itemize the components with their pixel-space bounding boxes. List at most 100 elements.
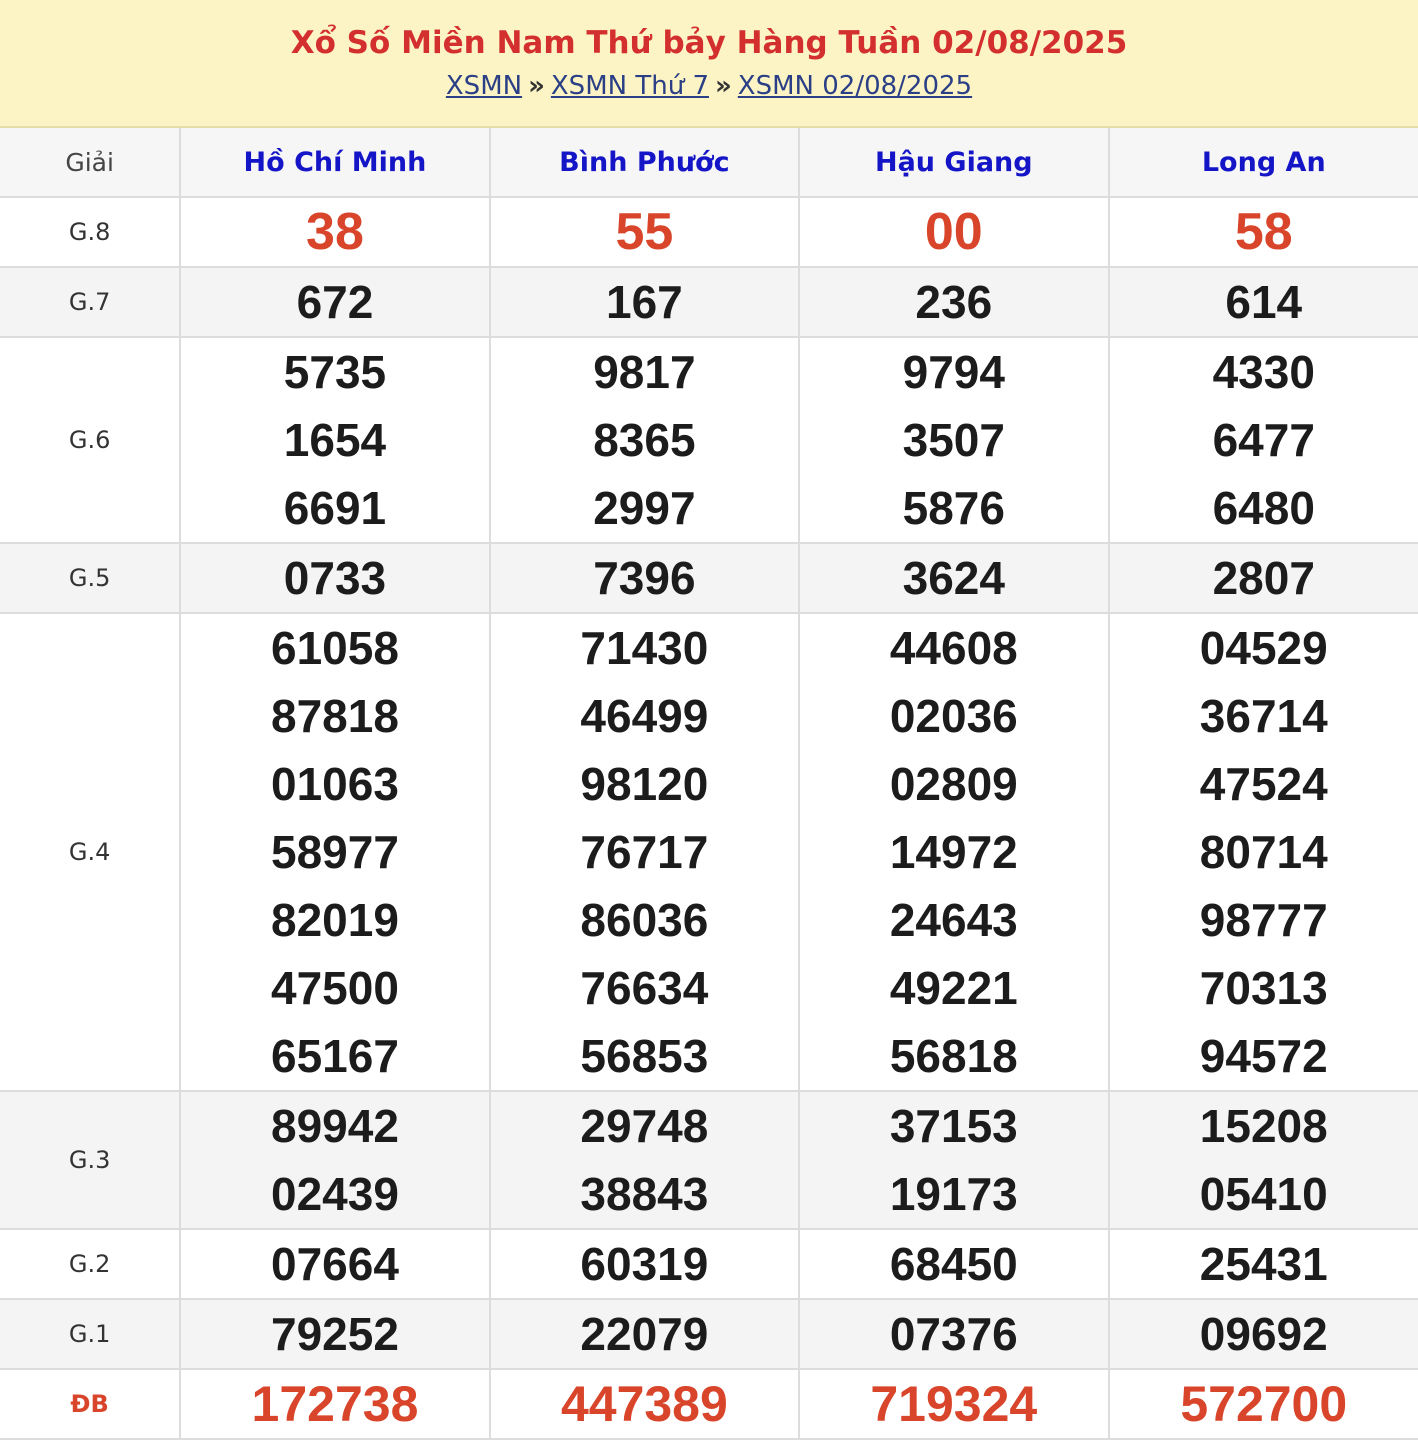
result-number: 447389 <box>560 1376 728 1432</box>
result-number: 00 <box>924 203 983 261</box>
result-number: 614 <box>1225 276 1303 328</box>
column-header-province[interactable]: Long An <box>1108 128 1418 198</box>
result-number: 572700 <box>1180 1376 1348 1432</box>
result-cell: 44608 02036 02809 14972 24643 49221 56818 <box>799 613 1110 1092</box>
result-number: 68450 <box>889 1238 1018 1290</box>
breadcrumb-link-xsmn-thu-7[interactable]: XSMN Thứ 7 <box>551 71 709 101</box>
result-number: 24643 <box>889 894 1018 946</box>
result-cell: 172738 <box>180 1369 491 1440</box>
prize-row: G.4 61058 87818 01063 58977 82019 47500 65167 71… <box>0 613 1418 1092</box>
result-number: 2997 <box>593 482 696 534</box>
breadcrumb-link-xsmn-date[interactable]: XSMN 02/08/2025 <box>738 71 972 101</box>
result-number: 07376 <box>889 1308 1018 1360</box>
result-number: 47500 <box>271 962 399 1014</box>
result-number: 70313 <box>1199 962 1328 1014</box>
result-cell: 38 <box>180 197 491 268</box>
result-cell: 572700 <box>1108 1369 1418 1440</box>
result-number: 5876 <box>902 482 1005 534</box>
column-header-province[interactable]: Bình Phước <box>489 128 801 198</box>
column-header-province[interactable]: Hồ Chí Minh <box>180 128 491 198</box>
result-number: 07664 <box>271 1238 399 1290</box>
prize-label: G.8 <box>0 197 182 268</box>
result-cell: 37153 19173 <box>799 1091 1110 1230</box>
results-body: G.8 38 55 00 58 G.7 672 167 236 614 G.6 5735 1654 669… <box>0 197 1418 1440</box>
result-cell: 719324 <box>799 1369 1110 1440</box>
result-number: 9817 <box>593 346 696 398</box>
result-number: 80714 <box>1199 826 1328 878</box>
result-number: 29748 <box>580 1100 709 1152</box>
result-number: 76634 <box>580 962 709 1014</box>
result-cell: 15208 05410 <box>1108 1091 1418 1230</box>
result-cell: 447389 <box>489 1369 801 1440</box>
result-number: 236 <box>915 276 993 328</box>
result-number: 36714 <box>1199 690 1328 742</box>
result-number: 86036 <box>580 894 709 946</box>
column-header-province[interactable]: Hậu Giang <box>799 128 1110 198</box>
result-cell: 0733 <box>180 543 491 614</box>
result-number: 89942 <box>271 1100 399 1152</box>
result-cell: 9794 3507 5876 <box>799 337 1110 544</box>
result-number: 46499 <box>580 690 709 742</box>
result-cell: 68450 <box>799 1229 1110 1300</box>
result-number: 47524 <box>1199 758 1328 810</box>
result-number: 3507 <box>902 414 1005 466</box>
result-number: 5735 <box>283 346 387 398</box>
result-number: 44608 <box>889 622 1018 674</box>
breadcrumb-link-xsmn[interactable]: XSMN <box>446 71 522 101</box>
result-number: 7396 <box>593 552 696 604</box>
result-cell: 7396 <box>489 543 801 614</box>
result-number: 719324 <box>870 1376 1038 1432</box>
result-number: 22079 <box>580 1308 709 1360</box>
result-number: 49221 <box>889 962 1018 1014</box>
result-cell: 236 <box>799 267 1110 338</box>
result-number: 38 <box>306 203 364 261</box>
result-cell: 71430 46499 98120 76717 86036 76634 56853 <box>489 613 801 1092</box>
result-number: 09692 <box>1199 1308 1328 1360</box>
result-number: 65167 <box>271 1030 399 1082</box>
result-number: 58977 <box>271 826 399 878</box>
result-cell: 55 <box>489 197 801 268</box>
results-table: Giải Hồ Chí Minh Bình Phước Hậu Giang Lo… <box>0 128 1418 1440</box>
result-number: 61058 <box>271 622 399 674</box>
result-number: 82019 <box>271 894 399 946</box>
prize-label: G.7 <box>0 267 182 338</box>
result-number: 04529 <box>1199 622 1328 674</box>
result-number: 94572 <box>1199 1030 1328 1082</box>
result-number: 6691 <box>283 482 387 534</box>
result-cell: 2807 <box>1108 543 1418 614</box>
column-header-prize: Giải <box>0 128 182 198</box>
result-number: 672 <box>296 276 374 328</box>
result-number: 2807 <box>1212 552 1315 604</box>
result-cell: 9817 8365 2997 <box>489 337 801 544</box>
prize-label: G.4 <box>0 613 182 1092</box>
result-cell: 00 <box>799 197 1110 268</box>
result-cell: 60319 <box>489 1229 801 1300</box>
result-number: 87818 <box>271 690 399 742</box>
prize-label: G.1 <box>0 1299 182 1370</box>
result-number: 0733 <box>283 552 387 604</box>
result-number: 14972 <box>889 826 1018 878</box>
result-cell: 07664 <box>180 1229 491 1300</box>
result-cell: 79252 <box>180 1299 491 1370</box>
result-number: 15208 <box>1199 1100 1328 1152</box>
result-cell: 4330 6477 6480 <box>1108 337 1418 544</box>
result-number: 71430 <box>580 622 709 674</box>
result-cell: 5735 1654 6691 <box>180 337 491 544</box>
prize-row: G.2 07664 60319 68450 25431 <box>0 1229 1418 1300</box>
prize-row: G.1 79252 22079 07376 09692 <box>0 1299 1418 1370</box>
result-number: 25431 <box>1199 1238 1328 1290</box>
result-cell: 89942 02439 <box>180 1091 491 1230</box>
result-number: 58 <box>1234 203 1293 261</box>
table-header-row: Giải Hồ Chí Minh Bình Phước Hậu Giang Lo… <box>0 128 1418 198</box>
result-number: 01063 <box>271 758 399 810</box>
result-number: 55 <box>615 203 674 261</box>
result-number: 6477 <box>1212 414 1315 466</box>
result-number: 98120 <box>580 758 709 810</box>
result-number: 38843 <box>580 1168 709 1220</box>
result-number: 02809 <box>889 758 1018 810</box>
result-number: 98777 <box>1199 894 1328 946</box>
result-cell: 22079 <box>489 1299 801 1370</box>
prize-label: G.2 <box>0 1229 182 1300</box>
results-header: Xổ Số Miền Nam Thứ bảy Hàng Tuần 02/08/2… <box>0 0 1418 128</box>
result-cell: 3624 <box>799 543 1110 614</box>
